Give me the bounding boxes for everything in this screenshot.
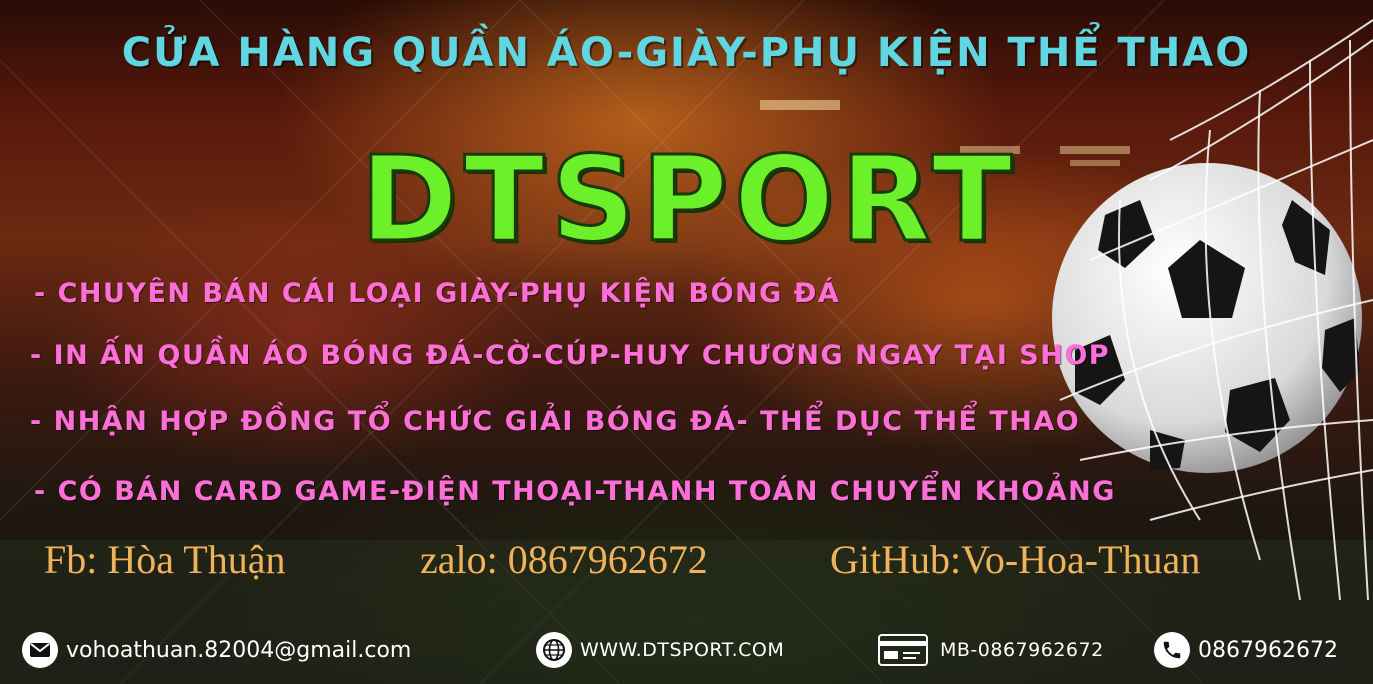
website-text: WWW.DTSPORT.COM — [580, 639, 785, 661]
feature-item: - Nhận hợp đồng tổ chức giải bóng đá- th… — [30, 406, 1081, 437]
zalo-contact[interactable]: zalo: 0867962672 — [420, 536, 708, 583]
shop-title: Cửa hàng quần áo-giày-phụ kiện thể thao — [121, 30, 1252, 76]
feature-item: - In ấn quần áo bóng đá-cờ-cúp-huy chươn… — [30, 340, 1111, 371]
facebook-contact[interactable]: Fb: Hòa Thuận — [44, 536, 285, 583]
email-text: vohoathuan.82004@gmail.com — [66, 637, 412, 663]
feature-item: - Chuyên bán cái loại giày-phụ kiện bóng… — [34, 278, 841, 309]
envelope-icon — [22, 632, 58, 668]
github-contact[interactable]: GitHub:Vo-Hoa-Thuan — [830, 536, 1200, 583]
social-contacts: Fb: Hòa Thuận zalo: 0867962672 GitHub:Vo… — [0, 536, 1373, 586]
bank-card-icon — [878, 634, 928, 666]
footer-contacts: vohoathuan.82004@gmail.com WWW.DTSPORT.C… — [0, 620, 1373, 680]
bank-text: MB-0867962672 — [940, 639, 1104, 661]
globe-icon — [536, 632, 572, 668]
email-contact[interactable]: vohoathuan.82004@gmail.com — [22, 620, 411, 680]
brand-logo-text: DTSPORT — [359, 129, 1019, 270]
phone-text: 0867962672 — [1198, 637, 1338, 663]
phone-contact[interactable]: 0867962672 — [1154, 620, 1338, 680]
bank-contact[interactable]: MB-0867962672 — [878, 620, 1104, 680]
phone-icon — [1154, 632, 1190, 668]
sport-shop-banner: Cửa hàng quần áo-giày-phụ kiện thể thao … — [0, 0, 1373, 684]
feature-item: - Có bán card game-điện thoại-thanh toán… — [34, 476, 1116, 507]
website-contact[interactable]: WWW.DTSPORT.COM — [536, 620, 784, 680]
